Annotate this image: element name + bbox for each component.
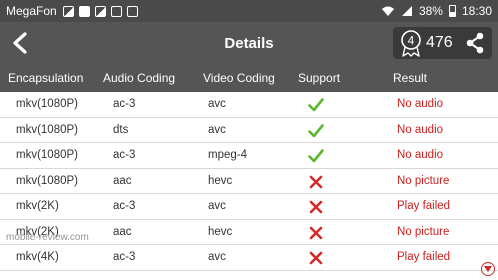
cell-encapsulation: mkv(1080P) (16, 123, 78, 136)
table-row[interactable]: mkv(4K) ac-3 avc Play failed (0, 245, 498, 271)
score-value: 476 (426, 34, 453, 51)
carrier-name: MegaFon (6, 4, 57, 18)
clock: 18:30 (461, 4, 492, 18)
cell-audio: dts (113, 123, 129, 136)
cell-audio: aac (113, 174, 132, 187)
arrow-down-icon (484, 266, 492, 272)
image-notification-icon (94, 5, 106, 17)
cell-result: Play failed (397, 251, 451, 263)
cell-encapsulation: mkv(4K) (16, 251, 59, 263)
cell-encapsulation: mkv(1080P) (16, 174, 78, 187)
status-bar: MegaFon 38% 18:30 (0, 0, 498, 22)
table-row[interactable]: mkv(1080P) aac hevc No picture (0, 169, 498, 194)
notification-icon (78, 5, 90, 17)
cell-audio: ac-3 (113, 149, 136, 161)
cell-audio: ac-3 (113, 98, 136, 110)
cell-audio: aac (113, 225, 132, 238)
cell-video: mpeg-4 (208, 149, 247, 161)
cell-video: hevc (208, 174, 233, 187)
header-result: Result (393, 71, 428, 85)
table-header: Encapsulation Audio Coding Video Coding … (0, 64, 498, 92)
cross-icon (309, 251, 323, 265)
chevron-left-icon (13, 32, 27, 54)
table-row-partial[interactable] (0, 271, 498, 280)
cell-video: hevc (208, 225, 233, 238)
cell-encapsulation: mkv(1080P) (16, 149, 78, 161)
check-icon (308, 123, 324, 137)
app-bar: Details 4 476 (0, 22, 498, 64)
scroll-down-button[interactable] (481, 262, 495, 276)
cell-audio: ac-3 (113, 251, 136, 263)
cell-video: avc (208, 98, 226, 110)
battery-percent: 38% (418, 4, 443, 18)
table-row[interactable]: mkv(1080P) dts avc No audio (0, 118, 498, 143)
check-icon (308, 98, 324, 112)
cell-audio: ac-3 (113, 200, 136, 212)
table-row[interactable]: mkv(2K) ac-3 avc Play failed (0, 194, 498, 220)
table-row[interactable]: mkv(1080P) ac-3 mpeg-4 No audio (0, 143, 498, 169)
cell-result: No picture (397, 225, 450, 238)
download-notification-icon (126, 5, 138, 17)
share-button[interactable] (464, 31, 486, 55)
header-support: Support (298, 71, 341, 85)
cell-result: Play failed (397, 200, 451, 212)
check-icon (308, 149, 324, 163)
mail-notification-icon (110, 5, 122, 17)
wifi-icon (381, 6, 394, 16)
cell-result: No audio (397, 149, 444, 161)
header-video-coding: Video Coding (203, 71, 275, 85)
cell-video: avc (208, 200, 226, 212)
cross-icon (309, 200, 323, 214)
cell-encapsulation: mkv(1080P) (16, 98, 78, 110)
watermark: mobile-review.com (6, 232, 89, 243)
battery-icon (448, 5, 456, 17)
table-row[interactable]: mkv(1080P) ac-3 avc No audio (0, 92, 498, 118)
results-table: mkv(1080P) ac-3 avc No audio mkv(1080P) … (0, 92, 498, 280)
header-encapsulation: Encapsulation (8, 71, 84, 85)
cross-icon (309, 175, 323, 188)
cell-result: No audio (397, 123, 444, 136)
badge-number: 4 (408, 34, 415, 48)
cell-encapsulation: mkv(2K) (16, 200, 59, 212)
cell-result: No picture (397, 174, 450, 187)
header-audio-coding: Audio Coding (103, 71, 176, 85)
gallery-notification-icon (62, 5, 74, 17)
cell-video: avc (208, 251, 226, 263)
score-panel: 4 476 (393, 27, 492, 59)
back-button[interactable] (6, 29, 34, 57)
cell-video: avc (208, 123, 226, 136)
share-icon (466, 32, 484, 54)
signal-icon (401, 6, 412, 16)
badge-icon[interactable]: 4 (399, 29, 423, 57)
cell-result: No audio (397, 98, 444, 110)
cross-icon (309, 226, 323, 239)
